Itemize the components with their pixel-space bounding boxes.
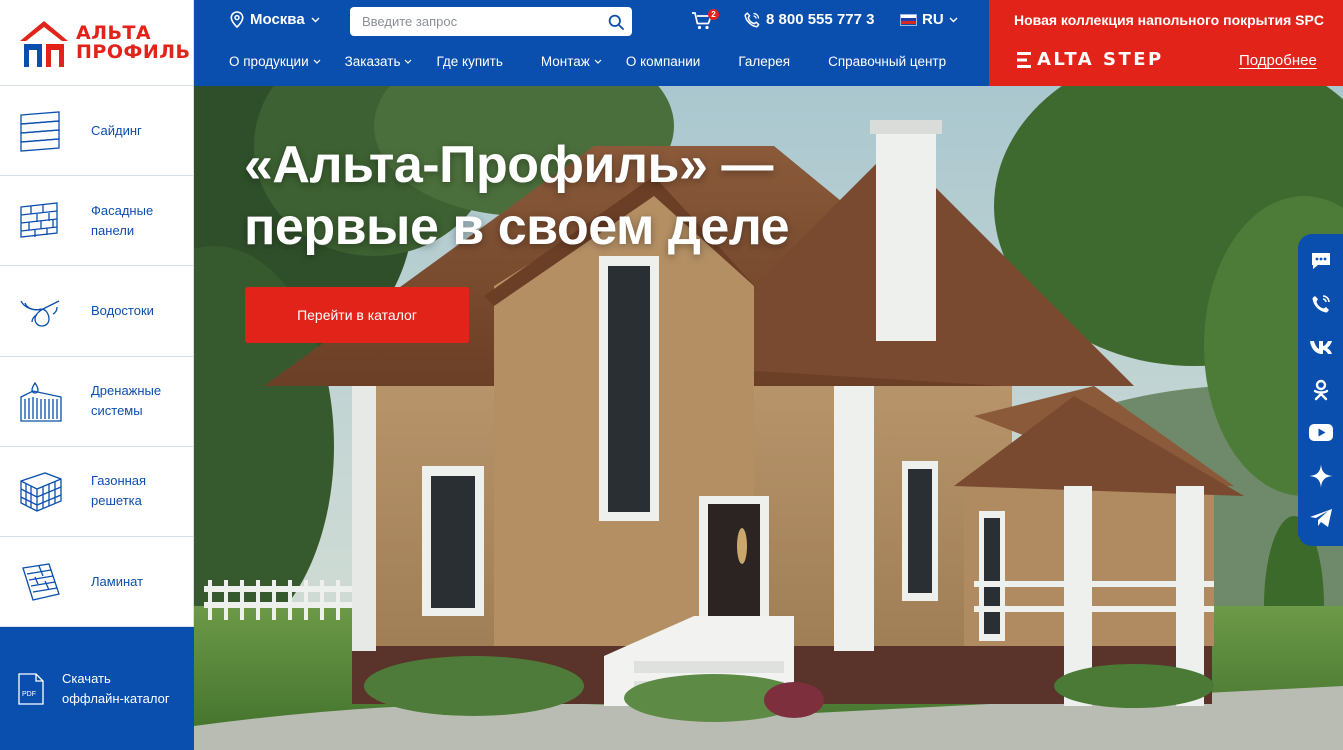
chevron-down-icon — [405, 59, 412, 64]
telegram-icon — [1309, 509, 1332, 528]
top-header: Москва 2 8 800 555 777 3 RU О п — [194, 0, 989, 86]
hero-title: «Альта-Профиль» — первые в своем деле — [244, 136, 790, 256]
cart-count-badge: 2 — [708, 9, 719, 20]
nav-label: Монтаж — [540, 54, 590, 69]
promo-more-link[interactable]: Подробнее — [1239, 52, 1317, 69]
search-box — [350, 7, 632, 36]
promo-brand-text: ALTA STEP — [1037, 49, 1164, 70]
laminate-icon — [22, 562, 60, 601]
vk-icon — [1309, 341, 1332, 355]
chevron-down-icon — [311, 17, 320, 22]
sidebar-item-label: Водостоки — [91, 302, 154, 318]
sidebar-item-laminate[interactable]: Ламинат — [0, 537, 193, 628]
hero-banner: «Альта-Профиль» — первые в своем деле Пе… — [194, 86, 1343, 750]
sidebar-item-lawn-grid[interactable]: Газонная решетка — [0, 447, 193, 537]
search-icon[interactable] — [608, 14, 624, 30]
promo-title: Новая коллекция напольного покрытия SPC — [1014, 12, 1324, 28]
social-rail — [1298, 234, 1343, 546]
location-pin-icon — [230, 11, 244, 28]
telegram-link[interactable] — [1308, 505, 1334, 531]
facade-panels-icon — [20, 202, 58, 238]
language-code: RU — [922, 11, 944, 28]
phone-number: 8 800 555 777 3 — [766, 11, 875, 28]
logo-line-1: АЛЬТА — [76, 21, 152, 44]
lawn-grid-icon — [20, 472, 62, 513]
nav-item-products[interactable]: О продукции — [229, 54, 321, 69]
nav-label: Галерея — [738, 54, 791, 69]
nav-label: О продукции — [229, 54, 309, 69]
odnoklassniki-icon — [1313, 379, 1328, 401]
odnoklassniki-link[interactable] — [1308, 377, 1334, 403]
nav-item-gallery[interactable]: Галерея — [738, 54, 790, 69]
phone-link[interactable]: 8 800 555 777 3 — [744, 11, 874, 28]
nav-item-order[interactable]: Заказать — [345, 54, 413, 69]
sidebar-item-label: Газонная решетка — [91, 473, 147, 509]
pdf-icon-text: PDF — [22, 691, 36, 698]
sidebar-item-label: Дренажные системы — [91, 383, 162, 419]
nav-item-about[interactable]: О компании — [626, 54, 700, 69]
nav-label: Справочный центр — [828, 54, 947, 69]
logo-mark-icon — [20, 20, 68, 67]
youtube-icon — [1308, 424, 1333, 442]
chat-button[interactable] — [1308, 248, 1334, 274]
sidebar-item-label: Ламинат — [91, 573, 144, 589]
youtube-link[interactable] — [1308, 420, 1334, 446]
go-to-catalog-button[interactable]: Перейти в каталог — [245, 287, 469, 343]
nav-label: Заказать — [344, 54, 401, 69]
catalog-sidebar: Сайдинг Фасадные панели Водостоки Дренаж… — [0, 86, 194, 628]
download-catalog-label: Скачать оффлайн-каталог — [62, 670, 170, 706]
drainage-icon — [20, 381, 62, 422]
chevron-down-icon — [313, 59, 321, 64]
dzen-icon — [1308, 463, 1333, 488]
sidebar-item-label: Сайдинг — [91, 122, 142, 138]
phone-call-icon — [1312, 295, 1330, 313]
dzen-link[interactable] — [1308, 463, 1334, 489]
russia-flag-icon — [900, 13, 917, 26]
sidebar-item-gutters[interactable]: Водостоки — [0, 266, 193, 357]
phone-icon — [744, 11, 760, 27]
search-input[interactable] — [362, 14, 608, 29]
alta-step-logo[interactable]: ALTA STEP — [1017, 49, 1164, 70]
city-selector[interactable]: Москва — [230, 11, 320, 28]
site-logo[interactable]: АЛЬТА ПРОФИЛЬ — [0, 0, 194, 86]
city-name: Москва — [250, 11, 305, 28]
call-button[interactable] — [1308, 291, 1334, 317]
sidebar-item-siding[interactable]: Сайдинг — [0, 86, 193, 177]
download-catalog-button[interactable]: PDF Скачать оффлайн-каталог — [0, 627, 194, 750]
pdf-file-icon: PDF — [18, 672, 44, 705]
nav-label: О компании — [625, 54, 701, 69]
sidebar-item-drainage[interactable]: Дренажные системы — [0, 357, 193, 447]
main-nav: О продукции Заказать Где купить Монтаж О… — [229, 54, 946, 69]
logo-line-2: ПРОФИЛЬ — [76, 40, 191, 63]
alta-step-mark-icon — [1017, 51, 1031, 68]
gutter-icon — [20, 300, 60, 327]
chevron-down-icon — [949, 17, 958, 22]
vk-link[interactable] — [1308, 334, 1334, 360]
cart-button[interactable]: 2 — [691, 9, 719, 33]
sidebar-item-label: Фасадные панели — [91, 202, 154, 238]
chevron-down-icon — [594, 59, 602, 64]
siding-icon — [20, 110, 60, 152]
nav-label: Где купить — [436, 54, 503, 69]
nav-item-where-to-buy[interactable]: Где купить — [436, 54, 502, 69]
language-selector[interactable]: RU — [900, 11, 958, 28]
sidebar-item-facade-panels[interactable]: Фасадные панели — [0, 176, 193, 267]
nav-item-installation[interactable]: Монтаж — [541, 54, 602, 69]
promo-banner: Новая коллекция напольного покрытия SPC … — [989, 0, 1343, 86]
chat-icon — [1311, 253, 1330, 270]
nav-item-help-center[interactable]: Справочный центр — [828, 54, 946, 69]
